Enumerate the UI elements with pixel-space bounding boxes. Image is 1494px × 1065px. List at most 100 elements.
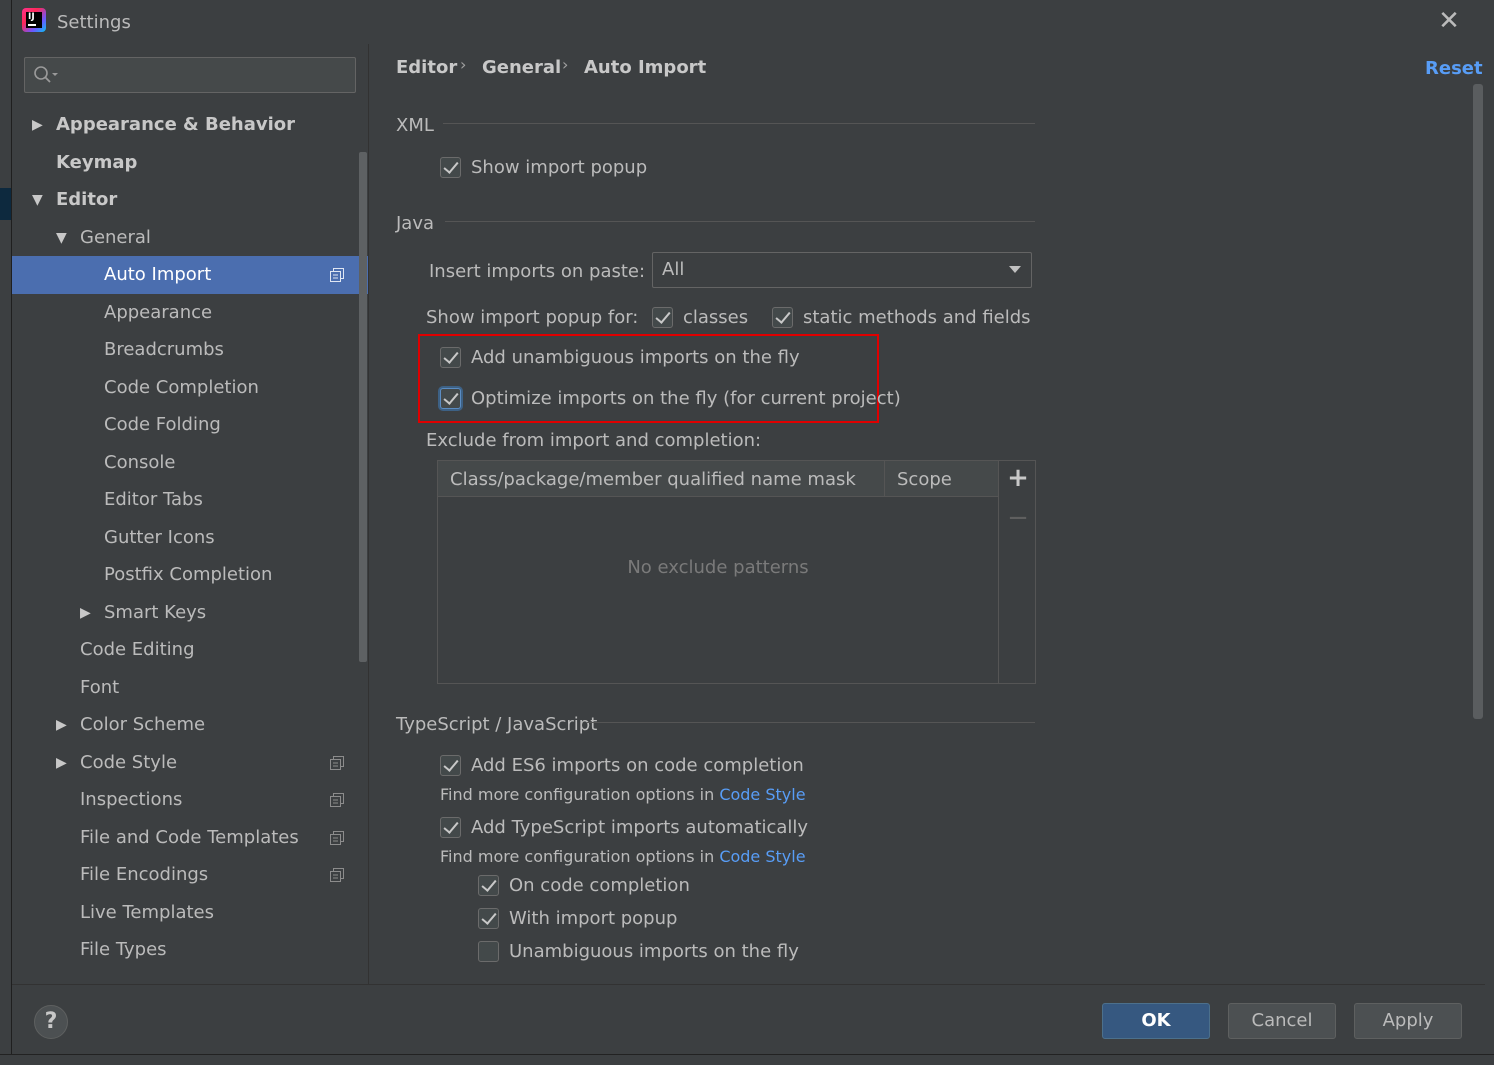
search-field[interactable] bbox=[24, 57, 356, 93]
sidebar-item-label: Color Scheme bbox=[80, 714, 206, 735]
reset-link[interactable]: Reset bbox=[1425, 58, 1483, 79]
window-title: Settings bbox=[57, 12, 131, 33]
checkbox-box[interactable] bbox=[772, 307, 793, 328]
sidebar-item-appearance-behavior[interactable]: ▶ Appearance & Behavior bbox=[12, 106, 368, 144]
section-divider bbox=[445, 221, 1035, 222]
sidebar-item-file-and-code-templates[interactable]: File and Code Templates bbox=[12, 819, 368, 857]
column-header-scope[interactable]: Scope bbox=[897, 469, 952, 490]
expanded-arrow-icon[interactable]: ▼ bbox=[32, 181, 43, 219]
sidebar-item-label: Code Style bbox=[80, 751, 178, 773]
remove-icon[interactable]: − bbox=[1007, 505, 1029, 531]
sidebar-item-general[interactable]: ▼ General bbox=[12, 219, 368, 257]
sidebar-item-label: Smart Keys bbox=[104, 601, 207, 623]
sidebar-item-appearance[interactable]: Appearance bbox=[12, 294, 368, 332]
dropdown-value: All bbox=[662, 259, 685, 280]
cancel-button[interactable]: Cancel bbox=[1228, 1003, 1336, 1039]
sidebar-scrollbar-thumb[interactable] bbox=[359, 152, 367, 662]
section-title-xml: XML bbox=[396, 115, 434, 136]
checkbox-box[interactable] bbox=[440, 388, 461, 409]
breadcrumb-general[interactable]: General bbox=[482, 57, 561, 78]
sidebar-item-label: Postfix Completion bbox=[104, 564, 273, 585]
sidebar-item-label: Font bbox=[80, 676, 120, 698]
sidebar-item-label: Appearance & Behavior bbox=[56, 114, 296, 135]
code-style-link[interactable]: Code Style bbox=[719, 785, 805, 804]
project-scope-icon bbox=[330, 268, 344, 282]
close-button[interactable]: ✕ bbox=[1436, 8, 1462, 34]
insert-imports-dropdown[interactable]: All bbox=[652, 252, 1032, 288]
section-title-java: Java bbox=[396, 213, 435, 234]
sidebar-item-file-types[interactable]: File Types bbox=[12, 931, 368, 969]
sidebar-item-label: Gutter Icons bbox=[104, 526, 215, 548]
checkbox-label: Optimize imports on the fly (for current… bbox=[471, 388, 901, 409]
sidebar-item-color-scheme[interactable]: ▶ Color Scheme bbox=[12, 706, 368, 744]
checkbox-box[interactable] bbox=[440, 755, 461, 776]
sidebar-item-label: Editor bbox=[56, 189, 118, 210]
chevron-down-icon bbox=[1009, 266, 1021, 273]
collapsed-arrow-icon[interactable]: ▶ bbox=[56, 706, 67, 744]
sidebar-item-code-completion[interactable]: Code Completion bbox=[12, 369, 368, 407]
sidebar-item-font[interactable]: Font bbox=[12, 669, 368, 707]
checkbox-box[interactable] bbox=[478, 875, 499, 896]
sidebar-item-keymap[interactable]: Keymap bbox=[12, 144, 368, 182]
code-style-link[interactable]: Code Style bbox=[719, 847, 805, 866]
sidebar-item-postfix-completion[interactable]: Postfix Completion bbox=[12, 556, 368, 594]
checkbox-label: Unambiguous imports on the fly bbox=[509, 941, 799, 962]
sidebar-item-smart-keys[interactable]: ▶ Smart Keys bbox=[12, 594, 368, 632]
sidebar-item-code-style[interactable]: ▶ Code Style bbox=[12, 744, 368, 782]
sidebar-item-auto-import[interactable]: Auto Import bbox=[12, 256, 368, 294]
insert-imports-label: Insert imports on paste: bbox=[429, 261, 646, 282]
settings-sidebar: ▶ Appearance & Behavior Keymap ▼ Editor ▼ Gene… bbox=[12, 44, 368, 984]
breadcrumb-separator: › bbox=[562, 55, 569, 74]
sidebar-item-file-encodings[interactable]: File Encodings bbox=[12, 856, 368, 894]
checkbox-box[interactable] bbox=[478, 908, 499, 929]
checkbox-box[interactable] bbox=[440, 347, 461, 368]
content-scrollbar[interactable] bbox=[1473, 84, 1483, 719]
sidebar-item-label: Console bbox=[104, 451, 176, 473]
add-icon[interactable]: + bbox=[1007, 465, 1029, 491]
sidebar-item-label: Code Editing bbox=[80, 639, 195, 660]
project-scope-icon bbox=[330, 793, 344, 807]
sidebar-item-gutter-icons[interactable]: Gutter Icons bbox=[12, 519, 368, 557]
sidebar-item-label: Breadcrumbs bbox=[104, 339, 224, 360]
sidebar-item-live-templates[interactable]: Live Templates bbox=[12, 894, 368, 932]
column-header-name-mask[interactable]: Class/package/member qualified name mask bbox=[450, 469, 856, 490]
background-left-accent bbox=[0, 188, 11, 220]
ok-button[interactable]: OK bbox=[1102, 1003, 1210, 1039]
empty-table-text: No exclude patterns bbox=[627, 557, 809, 578]
hint-prefix: Find more configuration options in bbox=[440, 785, 715, 804]
checkbox-label: Add unambiguous imports on the fly bbox=[471, 347, 800, 368]
background-right bbox=[1484, 0, 1494, 1065]
checkbox-label: classes bbox=[683, 307, 749, 328]
collapsed-arrow-icon[interactable]: ▶ bbox=[80, 594, 91, 632]
checkbox-label: static methods and fields bbox=[803, 307, 1031, 328]
sidebar-item-editor[interactable]: ▼ Editor bbox=[12, 181, 368, 219]
sidebar-item-editor-tabs[interactable]: Editor Tabs bbox=[12, 481, 368, 519]
search-icon bbox=[34, 66, 58, 83]
sidebar-item-code-folding[interactable]: Code Folding bbox=[12, 406, 368, 444]
sidebar-item-label: File Encodings bbox=[80, 864, 209, 885]
sidebar-item-code-editing[interactable]: Code Editing bbox=[12, 631, 368, 669]
background-left bbox=[0, 0, 11, 1065]
dialog-button-bar: ? OK Cancel Apply bbox=[12, 984, 1485, 1054]
settings-content: Editor › General › Auto Import Reset XML… bbox=[368, 44, 1485, 984]
sidebar-item-console[interactable]: Console bbox=[12, 444, 368, 482]
expanded-arrow-icon[interactable]: ▼ bbox=[56, 219, 67, 257]
column-separator bbox=[884, 461, 885, 497]
sidebar-item-inspections[interactable]: Inspections bbox=[12, 781, 368, 819]
checkbox-box[interactable] bbox=[478, 941, 499, 962]
apply-button[interactable]: Apply bbox=[1354, 1003, 1462, 1039]
search-input[interactable] bbox=[63, 62, 348, 88]
breadcrumb-editor[interactable]: Editor bbox=[396, 57, 457, 78]
collapsed-arrow-icon[interactable]: ▶ bbox=[32, 106, 43, 144]
checkbox-label: Show import popup bbox=[471, 157, 648, 178]
checkbox-box[interactable] bbox=[652, 307, 673, 328]
collapsed-arrow-icon[interactable]: ▶ bbox=[56, 744, 67, 782]
sidebar-item-breadcrumbs[interactable]: Breadcrumbs bbox=[12, 331, 368, 369]
help-button[interactable]: ? bbox=[34, 1005, 68, 1039]
sidebar-item-label: Auto Import bbox=[104, 264, 212, 285]
checkbox-box[interactable] bbox=[440, 157, 461, 178]
intellij-logo-icon: IJ bbox=[22, 8, 46, 32]
sidebar-item-label: Inspections bbox=[80, 789, 183, 810]
section-title-typescript: TypeScript / JavaScript bbox=[396, 714, 598, 735]
checkbox-box[interactable] bbox=[440, 817, 461, 838]
